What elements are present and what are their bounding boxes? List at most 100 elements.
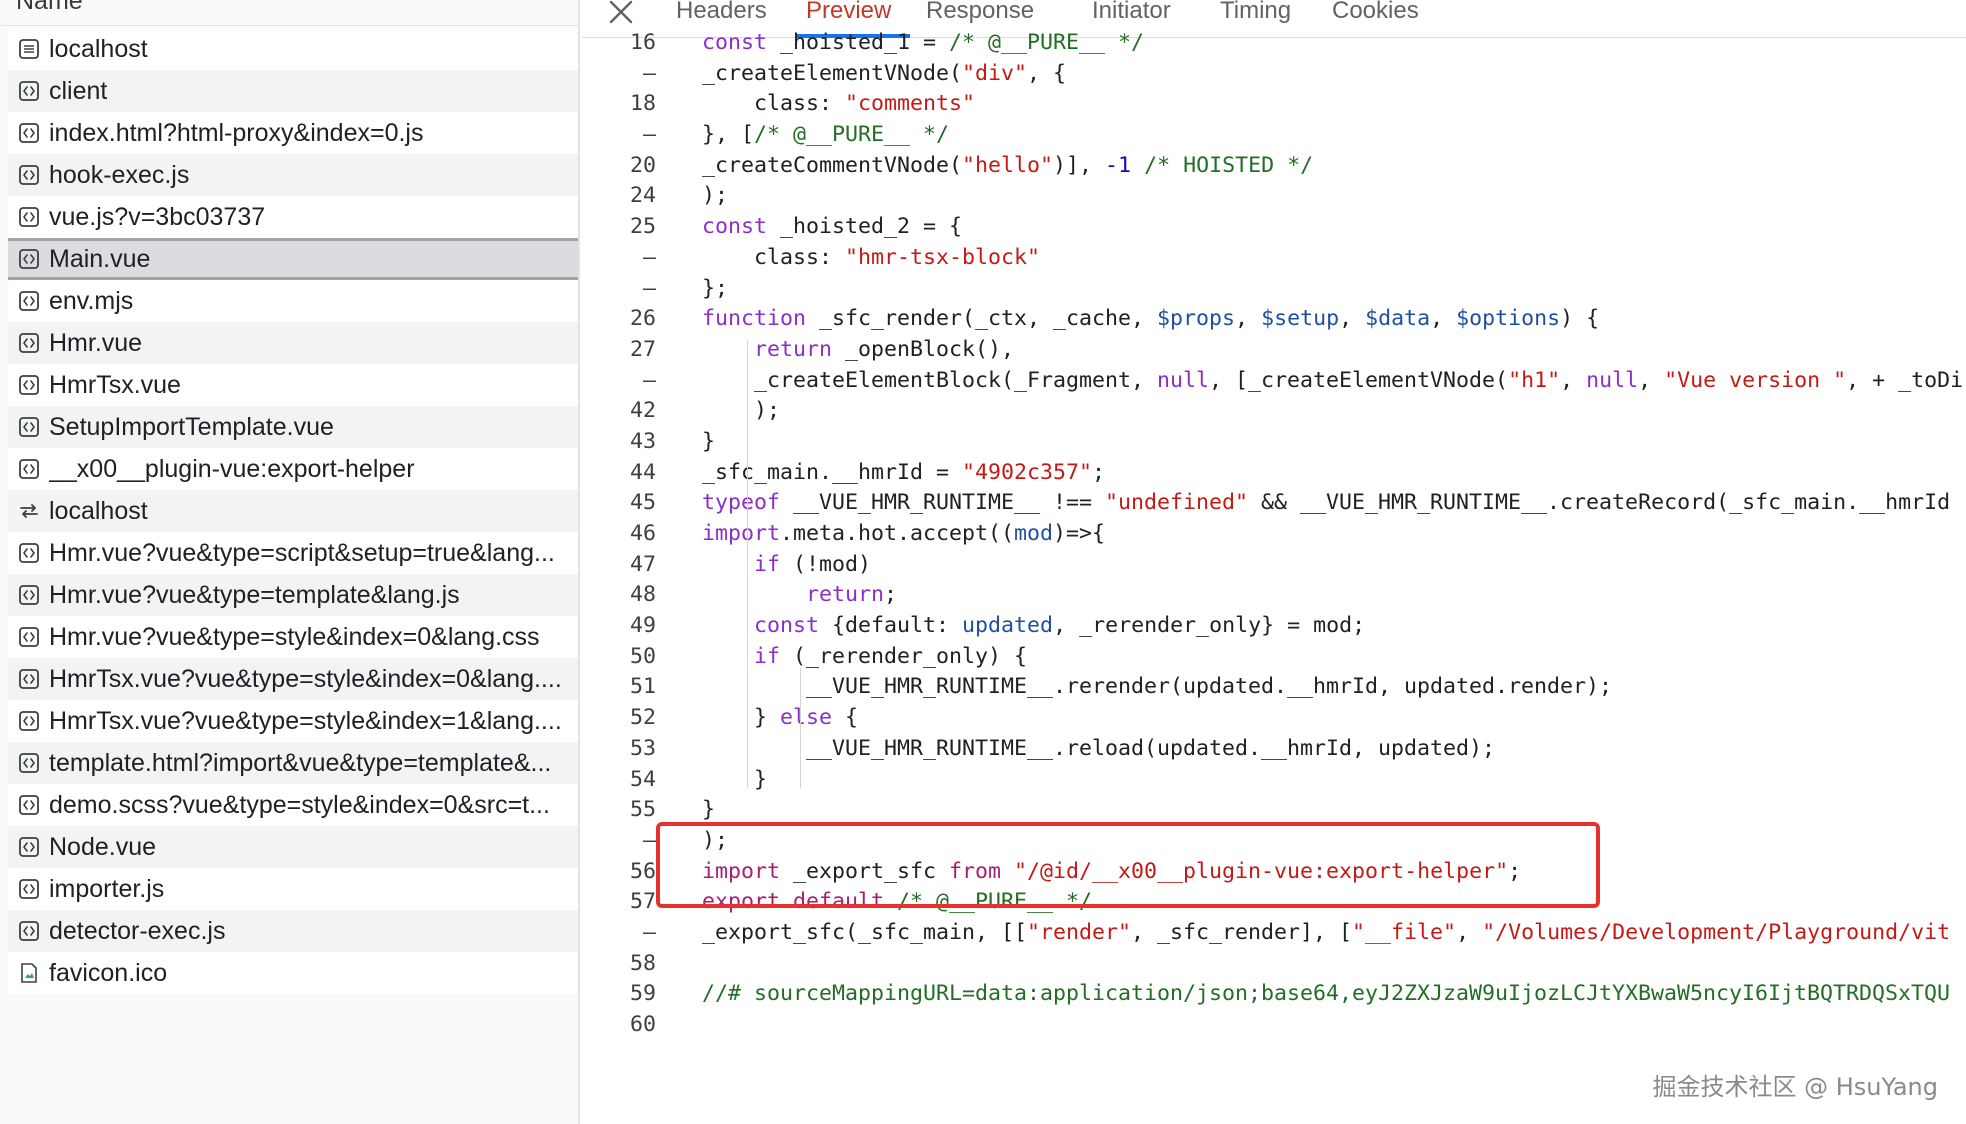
line-code: return _openBlock(), xyxy=(702,335,1014,366)
line-number: 52 xyxy=(629,705,656,731)
request-name: hook-exec.js xyxy=(49,160,190,189)
line-code: import.meta.hot.accept((mod)=>{ xyxy=(702,519,1105,550)
request-row[interactable]: Hmr.vue xyxy=(8,322,578,364)
script-icon xyxy=(18,710,40,732)
line-code: //# sourceMappingURL=data:application/js… xyxy=(702,979,1950,1010)
request-row[interactable]: localhost xyxy=(8,490,578,532)
request-row[interactable]: demo.scss?vue&type=style&index=0&src=t..… xyxy=(8,784,578,826)
code-token: _hoisted_1 = xyxy=(780,30,950,55)
request-row[interactable]: detector-exec.js xyxy=(8,910,578,952)
line-code: } xyxy=(702,427,715,458)
code-token: $options xyxy=(1456,306,1561,332)
request-row[interactable]: localhost xyxy=(8,28,578,70)
script-icon xyxy=(18,374,40,396)
code-token: , xyxy=(1560,367,1587,393)
request-name: importer.js xyxy=(49,874,165,903)
line-number: 57 xyxy=(629,889,656,915)
code-token: updated xyxy=(962,613,1054,639)
request-name: Main.vue xyxy=(49,244,151,273)
code-token: , xyxy=(1456,919,1483,945)
name-column-header[interactable]: Name xyxy=(0,0,578,26)
line-number: 51 xyxy=(629,674,656,700)
line-number: 27 xyxy=(629,336,656,362)
request-row[interactable]: Main.vue xyxy=(8,238,578,280)
indent-guide xyxy=(747,578,748,788)
request-name: demo.scss?vue&type=style&index=0&src=t..… xyxy=(49,790,550,819)
request-row[interactable]: env.mjs xyxy=(8,280,578,322)
request-row[interactable]: hook-exec.js xyxy=(8,154,578,196)
script-icon xyxy=(18,626,40,648)
line-code: _createCommentVNode("hello")], -1 /* HOI… xyxy=(702,151,1313,182)
line-code: _export_sfc(_sfc_main, [["render", _sfc_… xyxy=(702,918,1950,949)
line-code: typeof __VUE_HMR_RUNTIME__ !== "undefine… xyxy=(702,488,1950,519)
line-code: ); xyxy=(702,396,780,427)
code-token: , _rerender_only} = mod; xyxy=(1053,613,1366,639)
request-row[interactable]: HmrTsx.vue xyxy=(8,364,578,406)
line-number: 44 xyxy=(629,459,656,485)
code-token: ; xyxy=(884,582,898,608)
tab-timing[interactable]: Timing xyxy=(1220,0,1291,26)
code-token: return xyxy=(754,336,846,362)
request-row[interactable]: SetupImportTemplate.vue xyxy=(8,406,578,448)
code-token: "/Volumes/Development/Playground/vit xyxy=(1482,919,1951,945)
tab-cookies[interactable]: Cookies xyxy=(1332,0,1419,26)
code-token: _sfc_main.__hmrId = xyxy=(702,459,963,485)
request-row[interactable]: index.html?html-proxy&index=0.js xyxy=(8,112,578,154)
code-token: "hello" xyxy=(962,152,1054,178)
code-token: if xyxy=(754,643,794,669)
tab-headers[interactable]: Headers xyxy=(676,0,767,26)
tab-initiator[interactable]: Initiator xyxy=(1092,0,1171,26)
code-line: 49 const {default: updated, _rerender_on… xyxy=(582,611,1966,642)
code-line: 20 _createCommentVNode("hello")], -1 /* H… xyxy=(582,151,1966,182)
script-icon xyxy=(18,416,40,438)
code-line: 57 export default /* @__PURE__ */ xyxy=(582,887,1966,918)
script-icon xyxy=(18,458,40,480)
code-token: __VUE_HMR_RUNTIME__ !== xyxy=(793,490,1106,516)
request-row[interactable]: vue.js?v=3bc03737 xyxy=(8,196,578,238)
line-code: return; xyxy=(702,580,897,611)
watermark-text: 掘金技术社区 @ HsuYang xyxy=(1652,1073,1938,1101)
line-number: 49 xyxy=(629,613,656,639)
code-token: "comments" xyxy=(845,91,976,117)
code-token: "h1" xyxy=(1508,367,1561,393)
script-icon xyxy=(18,542,40,564)
code-token: return xyxy=(806,582,885,608)
line-number: 54 xyxy=(629,766,656,792)
request-row[interactable]: template.html?import&vue&type=template&.… xyxy=(8,742,578,784)
request-row[interactable]: favicon.ico xyxy=(8,952,578,994)
request-row[interactable]: Hmr.vue?vue&type=script&setup=true&lang.… xyxy=(8,532,578,574)
code-token: } xyxy=(702,705,781,731)
code-line: 44 _sfc_main.__hmrId = "4902c357"; xyxy=(582,458,1966,489)
request-row[interactable]: HmrTsx.vue?vue&type=style&index=0&lang..… xyxy=(8,658,578,700)
code-token: class: xyxy=(702,91,846,117)
request-row[interactable]: Hmr.vue?vue&type=style&index=0&lang.css xyxy=(8,616,578,658)
code-token: , + _toDi xyxy=(1846,367,1964,393)
code-token: , _sfc_render], [ xyxy=(1131,919,1353,945)
script-icon xyxy=(18,836,40,858)
code-token: else xyxy=(780,705,846,731)
close-icon[interactable] xyxy=(607,0,635,26)
request-row[interactable]: __x00__plugin-vue:export-helper xyxy=(8,448,578,490)
code-token: ; xyxy=(1092,459,1106,485)
code-line: 42 ); xyxy=(582,396,1966,427)
code-token: "4902c357" xyxy=(962,459,1093,485)
script-icon xyxy=(18,80,40,102)
code-line: 43} xyxy=(582,427,1966,458)
request-row[interactable]: client xyxy=(8,70,578,112)
document-icon xyxy=(18,38,40,60)
request-name: env.mjs xyxy=(49,286,134,315)
line-number: 18 xyxy=(629,91,656,117)
request-row[interactable]: Hmr.vue?vue&type=template&lang.js xyxy=(8,574,578,616)
tab-response[interactable]: Response xyxy=(926,0,1034,26)
code-line: – class: "hmr-tsx-block" xyxy=(582,243,1966,274)
request-row[interactable]: importer.js xyxy=(8,868,578,910)
code-token: )=>{ xyxy=(1053,521,1106,546)
code-token: ); xyxy=(702,183,729,209)
line-number: 26 xyxy=(629,306,656,332)
line-number: 55 xyxy=(629,797,656,823)
code-token: mod xyxy=(1014,521,1054,546)
request-row[interactable]: Node.vue xyxy=(8,826,578,868)
request-row[interactable]: HmrTsx.vue?vue&type=style&index=1&lang..… xyxy=(8,700,578,742)
tab-preview[interactable]: Preview xyxy=(806,0,891,26)
code-preview[interactable]: 16 const _hoisted_1 = /* @__PURE__ */ – _cr… xyxy=(582,28,1966,1041)
